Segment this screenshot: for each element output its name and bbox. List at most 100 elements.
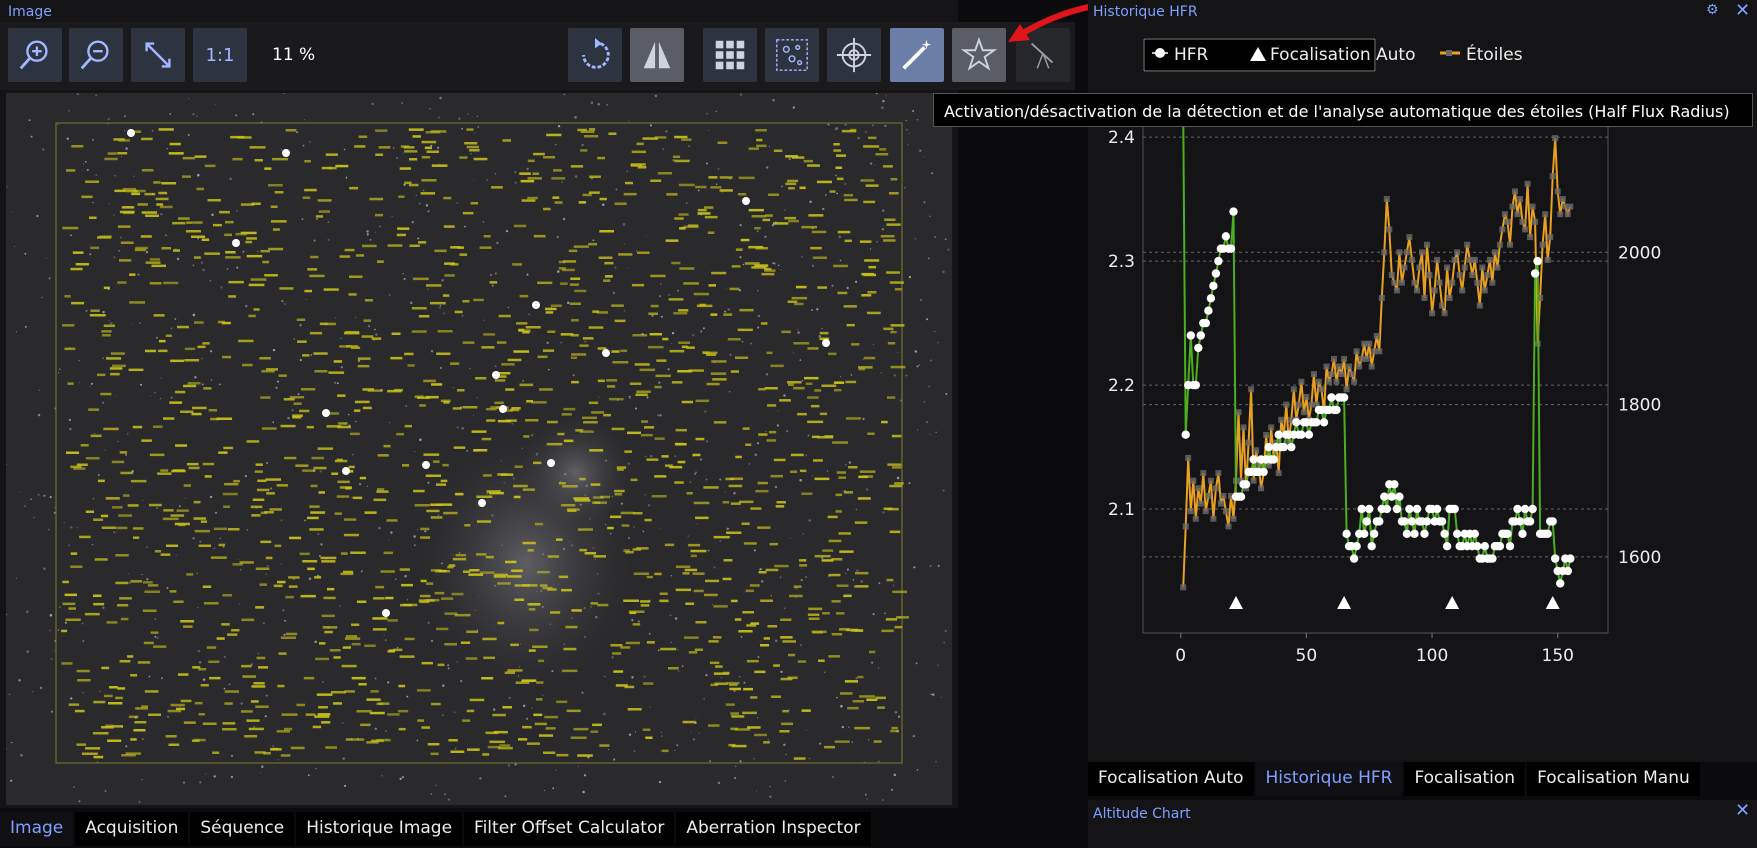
- stars-point: [1411, 279, 1418, 286]
- star-hfr-label: [74, 709, 85, 713]
- star-hfr-label: [711, 360, 727, 363]
- faint-star: [548, 368, 550, 371]
- tab-manual-focus[interactable]: Focalisation Manu: [1527, 762, 1700, 796]
- faint-star: [483, 319, 485, 321]
- hfr-point: [1365, 504, 1374, 514]
- faint-star: [934, 236, 936, 238]
- faint-star: [808, 519, 811, 522]
- star-hfr-label: [408, 183, 419, 187]
- star-hfr-label: [459, 253, 468, 256]
- star-hfr-label: [81, 195, 93, 199]
- faint-star: [427, 210, 430, 213]
- star-hfr-label: [807, 420, 824, 424]
- star-hfr-label: [473, 449, 480, 452]
- fit-to-screen-button[interactable]: [131, 28, 185, 82]
- star-hfr-label: [489, 740, 505, 744]
- star-hfr-label: [158, 191, 168, 195]
- star-hfr-label: [561, 504, 576, 507]
- stars-point: [1353, 348, 1360, 355]
- magic-wand-button[interactable]: [890, 28, 944, 82]
- faint-star: [893, 773, 897, 777]
- faint-star: [633, 526, 635, 528]
- zoom-in-button[interactable]: [8, 28, 62, 82]
- star-hfr-label: [814, 389, 822, 392]
- faint-star: [555, 769, 557, 771]
- crosshair-button[interactable]: [827, 28, 881, 82]
- grid-button[interactable]: [703, 28, 757, 82]
- star-hfr-label: [780, 636, 793, 639]
- altitude-close-icon[interactable]: ✕: [1735, 800, 1750, 821]
- faint-star: [456, 202, 459, 204]
- star-hfr-label: [426, 582, 434, 585]
- star-hfr-label: [482, 637, 497, 641]
- hfr-point: [1505, 542, 1515, 551]
- star-hfr-label: [590, 602, 598, 605]
- tab-filter-offset-calculator[interactable]: Filter Offset Calculator: [464, 812, 675, 846]
- faint-star: [170, 396, 173, 399]
- faint-star: [742, 263, 745, 266]
- faint-star: [78, 360, 80, 362]
- faint-star: [169, 113, 172, 115]
- star-hfr-label: [360, 723, 371, 727]
- tab-focus[interactable]: Focalisation: [1404, 762, 1526, 796]
- tab-sequence[interactable]: Séquence: [190, 812, 295, 846]
- faint-star: [175, 554, 177, 556]
- star-hfr-label: [297, 340, 307, 343]
- star-hfr-label: [748, 147, 759, 150]
- faint-star: [236, 266, 239, 269]
- star-overlay-button[interactable]: [765, 28, 819, 82]
- rotate-button[interactable]: [568, 28, 622, 82]
- zoom-out-button[interactable]: [69, 28, 123, 82]
- faint-star: [413, 544, 416, 547]
- star-hfr-label: [560, 282, 568, 285]
- faint-star: [439, 305, 442, 307]
- faint-star: [338, 605, 341, 607]
- tab-acquisition[interactable]: Acquisition: [75, 812, 189, 846]
- star-hfr-label: [414, 504, 430, 507]
- faint-star: [916, 429, 919, 431]
- one-to-one-button[interactable]: 1:1: [193, 28, 247, 82]
- faint-star: [419, 438, 422, 442]
- star-hfr-label: [141, 439, 152, 442]
- star-hfr-label: [119, 210, 135, 214]
- star-hfr-label: [328, 371, 345, 374]
- faint-star: [878, 582, 881, 585]
- faint-star: [37, 413, 41, 417]
- star-hfr-label: [182, 175, 191, 178]
- tab-image[interactable]: Image: [0, 812, 74, 846]
- star-hfr-label: [588, 242, 598, 246]
- star-detection-button[interactable]: [952, 28, 1006, 82]
- stars-point: [1388, 272, 1395, 279]
- faint-star: [230, 754, 234, 757]
- faint-star: [272, 421, 275, 424]
- star-hfr-label: [454, 492, 464, 496]
- stars-point: [1258, 485, 1265, 492]
- star-hfr-label: [434, 249, 447, 253]
- star-hfr-label: [507, 669, 523, 672]
- hfr-series-line: [1182, 112, 1572, 584]
- tab-aberration-inspector[interactable]: Aberration Inspector: [676, 812, 871, 846]
- faint-star: [657, 414, 660, 417]
- stars-point: [1215, 470, 1222, 477]
- tab-hfr-history[interactable]: Historique HFR: [1255, 762, 1403, 796]
- stars-point: [1449, 279, 1456, 286]
- star-hfr-label: [336, 495, 350, 498]
- stars-point: [1235, 409, 1242, 416]
- flip-button[interactable]: [630, 28, 684, 82]
- star-hfr-label: [430, 130, 447, 133]
- tab-autofocus[interactable]: Focalisation Auto: [1088, 762, 1254, 796]
- star-hfr-label: [277, 684, 285, 688]
- faint-star: [836, 696, 838, 699]
- star-hfr-label: [335, 164, 349, 168]
- star-hfr-label: [834, 740, 850, 743]
- tab-image-history[interactable]: Historique Image: [296, 812, 463, 846]
- faint-star: [355, 420, 357, 423]
- star-hfr-label: [180, 410, 194, 413]
- star-hfr-label: [89, 216, 97, 219]
- star-hfr-label: [465, 657, 478, 660]
- star-hfr-label: [442, 294, 450, 297]
- star-hfr-label: [812, 631, 823, 634]
- faint-star: [73, 786, 75, 788]
- star-hfr-label: [209, 676, 221, 680]
- faint-star: [246, 529, 249, 531]
